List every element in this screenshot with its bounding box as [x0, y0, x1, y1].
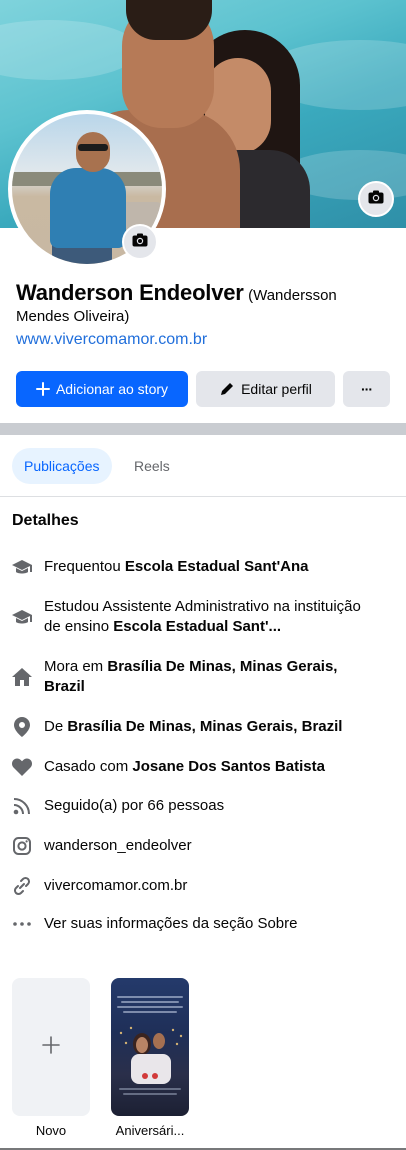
new-highlight-label: Novo — [35, 1123, 67, 1138]
link-icon — [12, 876, 32, 896]
avatar-camera-button[interactable] — [122, 224, 158, 260]
edit-profile-button[interactable]: Editar perfil — [196, 371, 335, 407]
add-story-label: Adicionar ao story — [55, 381, 169, 397]
profile-name: Wanderson Endeolver — [16, 280, 244, 305]
edit-profile-label: Editar perfil — [241, 381, 312, 397]
detail-row: Frequentou Escola Estadual Sant'Ana — [12, 557, 396, 577]
cover-camera-button[interactable] — [358, 181, 394, 217]
tab-reels[interactable]: Reels — [122, 448, 182, 484]
tabs-divider — [0, 496, 406, 497]
details-title: Detalhes — [12, 512, 79, 529]
profile-website-link[interactable]: www.vivercomamor.com.br — [16, 331, 207, 349]
highlight-thumbnail — [117, 996, 183, 1095]
graduation-cap-icon — [12, 607, 32, 627]
more-dots-icon: ··· — [361, 381, 373, 397]
heart-icon — [12, 757, 32, 777]
anniversary-highlight-card[interactable] — [111, 978, 189, 1116]
detail-row: Seguido(a) por 66 pessoas — [12, 796, 396, 816]
detail-row: Estudou Assistente Administrativo na ins… — [12, 597, 396, 637]
new-highlight-card[interactable] — [12, 978, 90, 1116]
graduation-cap-icon — [12, 557, 32, 577]
detail-row: Mora em Brasília De Minas, Minas Gerais,… — [12, 657, 396, 697]
detail-row[interactable]: vivercomamor.com.br — [12, 876, 396, 896]
add-story-button[interactable]: Adicionar ao story — [16, 371, 188, 407]
rss-icon — [12, 796, 32, 816]
detail-row: Casado com Josane Dos Santos Batista — [12, 757, 396, 777]
detail-row: De Brasília De Minas, Minas Gerais, Braz… — [12, 717, 396, 737]
detail-row[interactable]: wanderson_endeolver — [12, 836, 396, 856]
tab-publicacoes[interactable]: Publicações — [12, 448, 112, 484]
section-divider — [0, 423, 406, 435]
camera-icon — [132, 233, 148, 252]
profile-alt-name: (Wandersson — [248, 287, 337, 304]
more-options-button[interactable]: ··· — [343, 371, 390, 407]
detail-row[interactable]: Ver suas informações da seção Sobre — [12, 914, 396, 934]
location-pin-icon — [12, 717, 32, 737]
instagram-icon — [12, 836, 32, 856]
profile-name-block: Wanderson Endeolver (Wandersson Mendes O… — [16, 280, 396, 325]
plus-icon — [42, 1035, 60, 1059]
profile-alt-name-cont: Mendes Oliveira) — [16, 308, 130, 325]
more-dots-icon — [12, 914, 32, 934]
pencil-icon — [219, 381, 235, 397]
camera-icon — [368, 190, 384, 209]
home-icon — [12, 667, 32, 687]
anniversary-highlight-label: Aniversári... — [115, 1123, 185, 1138]
plus-icon — [35, 382, 50, 396]
